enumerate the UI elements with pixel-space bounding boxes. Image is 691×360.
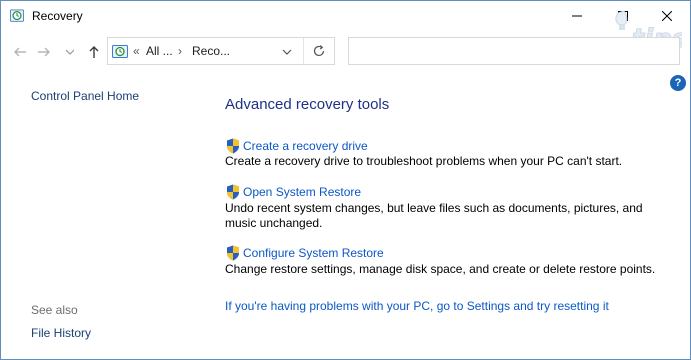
create-recovery-drive-description: Create a recovery drive to troubleshoot …	[225, 154, 623, 168]
up-button[interactable]	[85, 43, 103, 61]
address-overflow-chevrons[interactable]: «	[133, 44, 140, 58]
configure-system-restore-link[interactable]: Configure System Restore	[243, 246, 384, 260]
back-arrow-icon	[14, 47, 26, 57]
window-title: Recovery	[32, 9, 83, 23]
minimize-button[interactable]	[554, 1, 600, 31]
uac-shield-icon	[227, 138, 239, 154]
recovery-window: Recovery tips	[0, 0, 691, 360]
address-dropdown-icon[interactable]	[280, 46, 294, 58]
refresh-button[interactable]	[303, 38, 334, 64]
navigation-bar: « All ... › Reco...	[1, 35, 690, 69]
open-system-restore-description: Undo recent system changes, but leave fi…	[225, 201, 643, 230]
page-title: Advanced recovery tools	[225, 96, 390, 113]
chevron-down-icon	[66, 49, 74, 55]
configure-system-restore-description: Change restore settings, manage disk spa…	[225, 262, 656, 276]
reset-pc-settings-link[interactable]: If you're having problems with your PC, …	[225, 299, 609, 313]
control-panel-icon	[112, 45, 128, 58]
create-recovery-drive-link[interactable]: Create a recovery drive	[243, 139, 368, 153]
control-panel-home-link[interactable]: Control Panel Home	[31, 89, 139, 103]
help-icon[interactable]: ?	[670, 75, 686, 91]
open-system-restore-link[interactable]: Open System Restore	[243, 185, 361, 199]
uac-shield-icon	[227, 184, 239, 200]
recovery-app-icon	[10, 9, 24, 22]
forward-button[interactable]	[35, 43, 53, 61]
close-icon	[662, 11, 672, 21]
minimize-icon	[572, 15, 582, 17]
title-bar[interactable]: Recovery	[1, 1, 690, 31]
close-button[interactable]	[644, 1, 690, 31]
breadcrumb-separator[interactable]: ›	[178, 44, 182, 58]
uac-shield-icon	[227, 245, 239, 261]
back-button[interactable]	[11, 43, 29, 61]
forward-arrow-icon	[38, 47, 50, 57]
maximize-button[interactable]	[600, 1, 646, 31]
breadcrumb-all-control-panel[interactable]: All ...	[146, 44, 173, 58]
search-input[interactable]	[348, 37, 680, 65]
see-also-label: See also	[31, 303, 78, 317]
address-bar[interactable]: « All ... › Reco...	[107, 37, 335, 65]
file-history-link[interactable]: File History	[31, 326, 91, 340]
refresh-icon	[313, 45, 325, 57]
maximize-icon	[618, 11, 628, 21]
recent-locations-button[interactable]	[61, 43, 79, 61]
up-arrow-icon	[89, 46, 99, 58]
breadcrumb-recovery[interactable]: Reco...	[192, 44, 230, 58]
